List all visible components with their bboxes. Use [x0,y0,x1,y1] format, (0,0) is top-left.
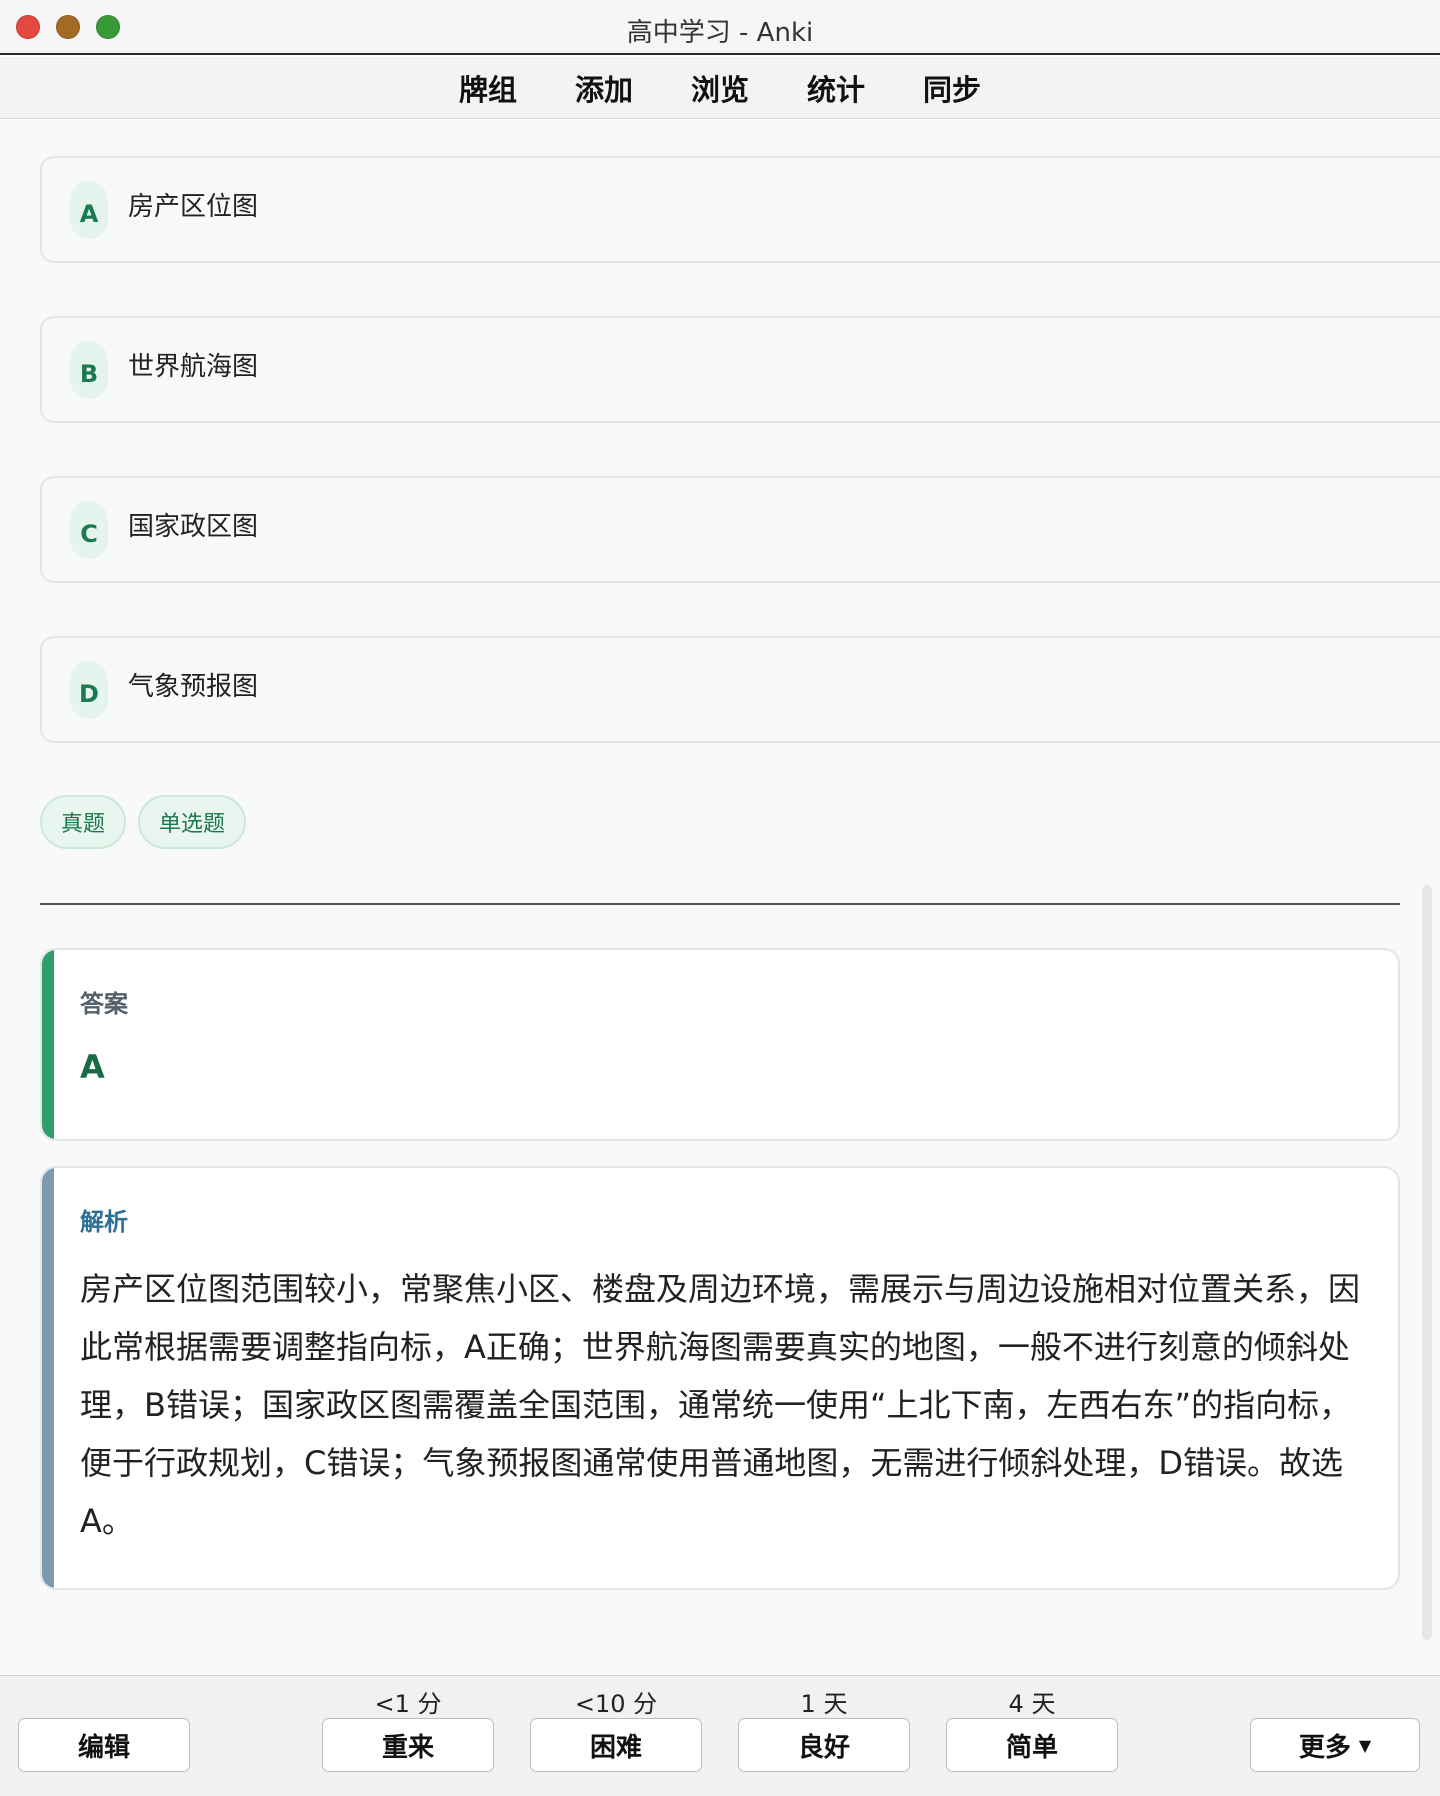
nav-stats[interactable]: 统计 [778,67,894,109]
option-c[interactable]: C 国家政区图 [40,476,1440,583]
good-interval: 1 天 [800,1690,848,1718]
analysis-text: 房产区位图范围较小，常聚焦小区、楼盘及周边环境，需展示与周边设施相对位置关系，因… [80,1270,1361,1540]
option-d[interactable]: D 气象预报图 [40,636,1440,743]
option-letter-badge: D [70,661,108,719]
answer-accent-bar [42,950,54,1139]
more-button[interactable]: 更多 ▼ [1250,1718,1420,1772]
option-text: 世界航海图 [128,352,259,382]
option-letter-badge: A [70,181,108,239]
analysis-label: 解析 [80,1208,128,1236]
window-title: 高中学习 - Anki [626,18,814,48]
top-nav: 牌组 添加 浏览 统计 同步 [0,57,1440,119]
scrollbar[interactable] [1422,885,1432,1640]
option-text: 气象预报图 [128,672,259,702]
option-b[interactable]: B 世界航海图 [40,316,1440,423]
option-text: 房产区位图 [128,192,259,222]
title-bar: 高中学习 - Anki [0,0,1440,55]
answer-panel: 答案 A [40,948,1400,1141]
tag-list: 真题 单选题 [40,795,247,849]
option-text: 国家政区图 [128,512,259,542]
again-interval: <1 分 [374,1690,442,1718]
bottom-bar: 编辑 <1 分 重来 <10 分 困难 1 天 良好 4 天 简单 更多 ▼ [0,1675,1440,1796]
option-letter-badge: B [70,341,108,399]
answer-label: 答案 [80,990,128,1018]
chevron-down-icon: ▼ [1358,1735,1372,1755]
option-letter-badge: C [70,501,108,559]
good-button[interactable]: 良好 [738,1718,910,1772]
tag-single-choice: 单选题 [138,795,247,849]
nav-sync[interactable]: 同步 [894,67,1010,109]
option-a[interactable]: A 房产区位图 [40,156,1440,263]
nav-add[interactable]: 添加 [546,67,662,109]
card-content: A 房产区位图 B 世界航海图 C 国家政区图 D 气象预报图 真题 单选题 答… [0,120,1440,1675]
edit-button[interactable]: 编辑 [18,1718,190,1772]
hard-interval: <10 分 [574,1690,658,1718]
analysis-panel: 解析 房产区位图范围较小，常聚焦小区、楼盘及周边环境，需展示与周边设施相对位置关… [40,1166,1400,1590]
tag-real-exam: 真题 [40,795,127,849]
hard-button[interactable]: 困难 [530,1718,702,1772]
nav-decks[interactable]: 牌组 [430,67,546,109]
answer-divider [40,903,1400,905]
analysis-accent-bar [42,1168,54,1588]
nav-browse[interactable]: 浏览 [662,67,778,109]
again-button[interactable]: 重来 [322,1718,494,1772]
more-label: 更多 [1298,1732,1351,1763]
easy-interval: 4 天 [1008,1690,1056,1718]
easy-button[interactable]: 简单 [946,1718,1118,1772]
answer-value: A [80,1048,105,1086]
